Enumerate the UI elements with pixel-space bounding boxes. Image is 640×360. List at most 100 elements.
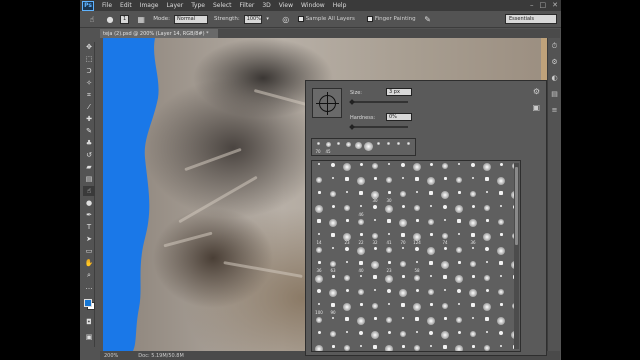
strength-field[interactable]: 100%: [243, 14, 262, 24]
brush-preset[interactable]: [410, 273, 424, 287]
brush-preset[interactable]: [326, 175, 340, 189]
brush-preset[interactable]: [452, 217, 466, 231]
menu-type[interactable]: Type: [191, 2, 205, 9]
hardness-field[interactable]: 0%: [386, 113, 412, 121]
brush-preset[interactable]: [340, 217, 354, 231]
brush-preset[interactable]: [438, 343, 452, 351]
mode-select[interactable]: Normal: [174, 14, 209, 24]
brush-preset[interactable]: [382, 175, 396, 189]
brush-preset[interactable]: [466, 203, 480, 217]
brush-preset[interactable]: [494, 189, 508, 203]
brush-preset[interactable]: [410, 217, 424, 231]
brush-preset[interactable]: [312, 189, 326, 203]
history-brush-tool-icon[interactable]: ↺: [83, 150, 95, 160]
menu-file[interactable]: File: [102, 2, 112, 9]
brush-preset[interactable]: 58: [410, 259, 424, 273]
more-tools-icon[interactable]: …: [83, 282, 95, 292]
brush-preset[interactable]: [410, 161, 424, 175]
brush-preset[interactable]: [340, 273, 354, 287]
brush-preset[interactable]: 41: [382, 231, 396, 245]
brush-preset[interactable]: [354, 217, 368, 231]
brush-preset[interactable]: 22: [354, 231, 368, 245]
scrollbar-thumb[interactable]: [515, 167, 518, 245]
brush-preset[interactable]: [396, 175, 410, 189]
brush-preset[interactable]: [410, 301, 424, 315]
brush-preset[interactable]: [354, 329, 368, 343]
menu-view[interactable]: View: [279, 2, 293, 9]
brush-preset[interactable]: 36: [466, 231, 480, 245]
brush-preset[interactable]: [396, 203, 410, 217]
brush-preset[interactable]: [480, 175, 494, 189]
zoom-tool-icon[interactable]: ⌕: [83, 270, 95, 280]
brush-preset[interactable]: [424, 189, 438, 203]
recent-brush[interactable]: [373, 140, 383, 154]
brush-preset[interactable]: [368, 287, 382, 301]
brush-preset[interactable]: [438, 189, 452, 203]
brush-preset[interactable]: [466, 273, 480, 287]
menu-edit[interactable]: Edit: [120, 2, 132, 9]
brush-preset[interactable]: [466, 287, 480, 301]
brush-preset[interactable]: [424, 343, 438, 351]
brush-preset[interactable]: [382, 287, 396, 301]
brush-preset[interactable]: [396, 301, 410, 315]
brush-preset[interactable]: [438, 259, 452, 273]
brush-preset[interactable]: [424, 175, 438, 189]
smudge-tool-icon[interactable]: ☝: [86, 13, 98, 25]
brush-preset[interactable]: [452, 203, 466, 217]
brush-preset[interactable]: [312, 175, 326, 189]
brush-preset[interactable]: [368, 203, 382, 217]
menu-select[interactable]: Select: [213, 2, 232, 9]
menu-window[interactable]: Window: [301, 2, 325, 9]
brush-preset[interactable]: 90: [326, 301, 340, 315]
maximize-icon[interactable]: □: [540, 1, 547, 9]
brush-preset[interactable]: [382, 203, 396, 217]
menu-help[interactable]: Help: [333, 2, 347, 9]
menu-image[interactable]: Image: [140, 2, 159, 9]
marquee-tool-icon[interactable]: ⬚: [83, 54, 95, 64]
brush-preset[interactable]: [494, 343, 508, 351]
brush-preset[interactable]: 23: [382, 259, 396, 273]
brush-preset[interactable]: [494, 231, 508, 245]
brush-preset[interactable]: [410, 175, 424, 189]
brush-preset[interactable]: [494, 175, 508, 189]
recent-brush[interactable]: [393, 140, 403, 154]
brush-preset[interactable]: [480, 315, 494, 329]
brush-preset[interactable]: [354, 343, 368, 351]
brush-preset[interactable]: [424, 161, 438, 175]
brush-preset[interactable]: [452, 259, 466, 273]
brush-preset[interactable]: [396, 273, 410, 287]
brush-preset[interactable]: [368, 259, 382, 273]
brush-preset[interactable]: [452, 175, 466, 189]
brush-preset[interactable]: [424, 287, 438, 301]
brush-preset[interactable]: [382, 343, 396, 351]
brush-preset[interactable]: [438, 217, 452, 231]
brush-preset[interactable]: [312, 273, 326, 287]
brush-tip-preview[interactable]: [312, 88, 342, 118]
brush-grid-scrollbar[interactable]: [514, 163, 519, 349]
brush-preset[interactable]: [438, 329, 452, 343]
brush-preset[interactable]: [312, 343, 326, 351]
menu-3d[interactable]: 3D: [262, 2, 270, 9]
brush-preset[interactable]: [326, 217, 340, 231]
brush-preset[interactable]: [368, 301, 382, 315]
size-slider-track[interactable]: [350, 101, 408, 103]
gradient-tool-icon[interactable]: ▤: [83, 174, 95, 184]
brush-preset[interactable]: 74: [438, 231, 452, 245]
brush-preset[interactable]: [424, 301, 438, 315]
brush-preset[interactable]: [452, 301, 466, 315]
properties-panel-icon[interactable]: ⚙: [550, 58, 560, 68]
brush-preset[interactable]: [382, 315, 396, 329]
brush-preset[interactable]: [466, 217, 480, 231]
brush-panel-toggle-icon[interactable]: ▦: [135, 13, 147, 25]
brush-size-box[interactable]: 1: [120, 14, 130, 24]
brush-preset[interactable]: [438, 175, 452, 189]
move-tool-icon[interactable]: ✥: [83, 42, 95, 52]
brush-preset[interactable]: [354, 315, 368, 329]
brush-preset[interactable]: 46: [354, 203, 368, 217]
close-icon[interactable]: ✕: [552, 1, 558, 9]
brush-preset[interactable]: [438, 245, 452, 259]
brush-preset[interactable]: [368, 161, 382, 175]
brush-preset[interactable]: [494, 287, 508, 301]
brush-preset[interactable]: [452, 315, 466, 329]
layers-panel-icon[interactable]: ▤: [550, 90, 560, 100]
